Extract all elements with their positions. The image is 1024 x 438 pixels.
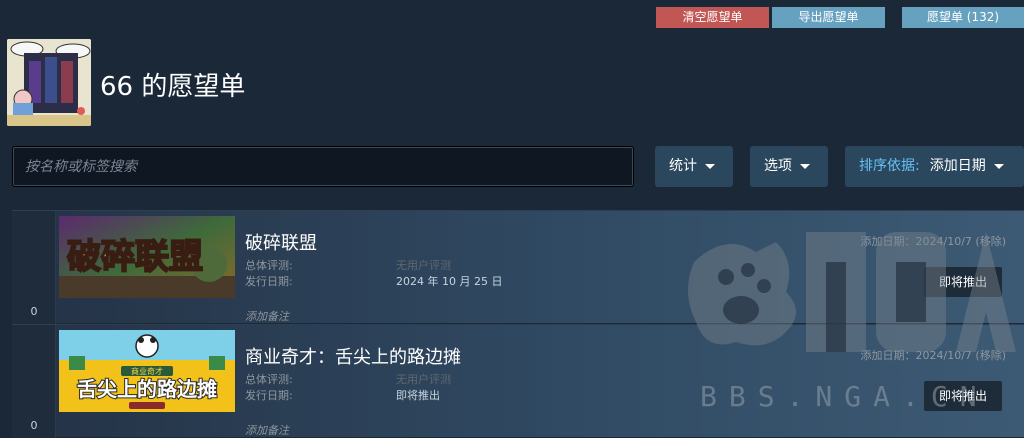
game-capsule-image[interactable]: 破碎联盟 — [59, 216, 235, 298]
wishlist-row: 0 破碎联盟 破碎联盟 总体评测: 无用户评测 发行日期: 2024 年 10 … — [12, 210, 1024, 324]
review-value: 无用户评测 — [396, 373, 451, 386]
avatar-image — [7, 39, 91, 126]
review-label: 总体评测: — [245, 373, 293, 386]
capsule-art: 破碎联盟 — [59, 216, 235, 298]
options-dropdown[interactable]: 选项 — [750, 146, 828, 187]
stats-dropdown[interactable]: 统计 — [655, 146, 733, 187]
game-title[interactable]: 破碎联盟 — [245, 229, 317, 255]
added-date: 添加日期：2024/10/7 (移除) — [861, 347, 1007, 363]
search-input[interactable] — [12, 146, 634, 187]
capsule-subtitle: 商业奇才 — [131, 366, 163, 376]
release-label: 发行日期: — [245, 389, 293, 402]
game-capsule-image[interactable]: 商业奇才 舌尖上的路边摊 — [59, 330, 235, 412]
sort-dropdown[interactable]: 排序依据: 添加日期 — [845, 146, 1024, 187]
rank-number: 0 — [30, 419, 38, 432]
caret-down-icon — [993, 163, 1004, 169]
sort-prefix: 排序依据: — [859, 158, 920, 174]
capsule-title: 破碎联盟 — [67, 237, 203, 277]
options-label: 选项 — [764, 158, 792, 174]
export-wishlist-button[interactable]: 导出愿望单 — [772, 7, 885, 28]
release-value: 2024 年 10 月 25 日 — [396, 275, 503, 288]
avatar[interactable] — [7, 39, 91, 126]
review-label: 总体评测: — [245, 259, 293, 272]
review-value: 无用户评测 — [396, 259, 451, 272]
remove-link[interactable]: (移除) — [975, 235, 1006, 248]
game-title[interactable]: 商业奇才：舌尖上的路边摊 — [245, 343, 461, 369]
remove-link[interactable]: (移除) — [975, 349, 1006, 362]
clear-wishlist-button[interactable]: 清空愿望单 — [656, 7, 769, 28]
page-title: 66 的愿望单 — [100, 72, 246, 102]
caret-down-icon — [705, 163, 715, 169]
capsule-art: 商业奇才 舌尖上的路边摊 — [59, 330, 235, 412]
caret-down-icon — [800, 163, 810, 169]
rank-handle[interactable]: 0 — [12, 325, 56, 438]
add-note-link[interactable]: 添加备注 — [245, 308, 289, 324]
added-date: 添加日期：2024/10/7 (移除) — [861, 233, 1007, 249]
stats-label: 统计 — [669, 158, 697, 174]
rank-number: 0 — [30, 305, 38, 318]
release-value: 即将推出 — [396, 389, 440, 402]
add-note-link[interactable]: 添加备注 — [245, 422, 289, 438]
coming-soon-button[interactable]: 即将推出 — [924, 267, 1002, 297]
watermark-site-text: BBS.NGA.CN — [700, 380, 989, 413]
release-label: 发行日期: — [245, 275, 293, 288]
wishlist-count-button[interactable]: 愿望单 (132) — [902, 7, 1024, 28]
added-date-text: 添加日期：2024/10/7 — [860, 349, 972, 362]
rank-handle[interactable]: 0 — [12, 211, 56, 324]
added-date-text: 添加日期：2024/10/7 — [860, 235, 972, 248]
capsule-title: 舌尖上的路边摊 — [77, 377, 217, 401]
sort-value: 添加日期 — [929, 158, 986, 174]
